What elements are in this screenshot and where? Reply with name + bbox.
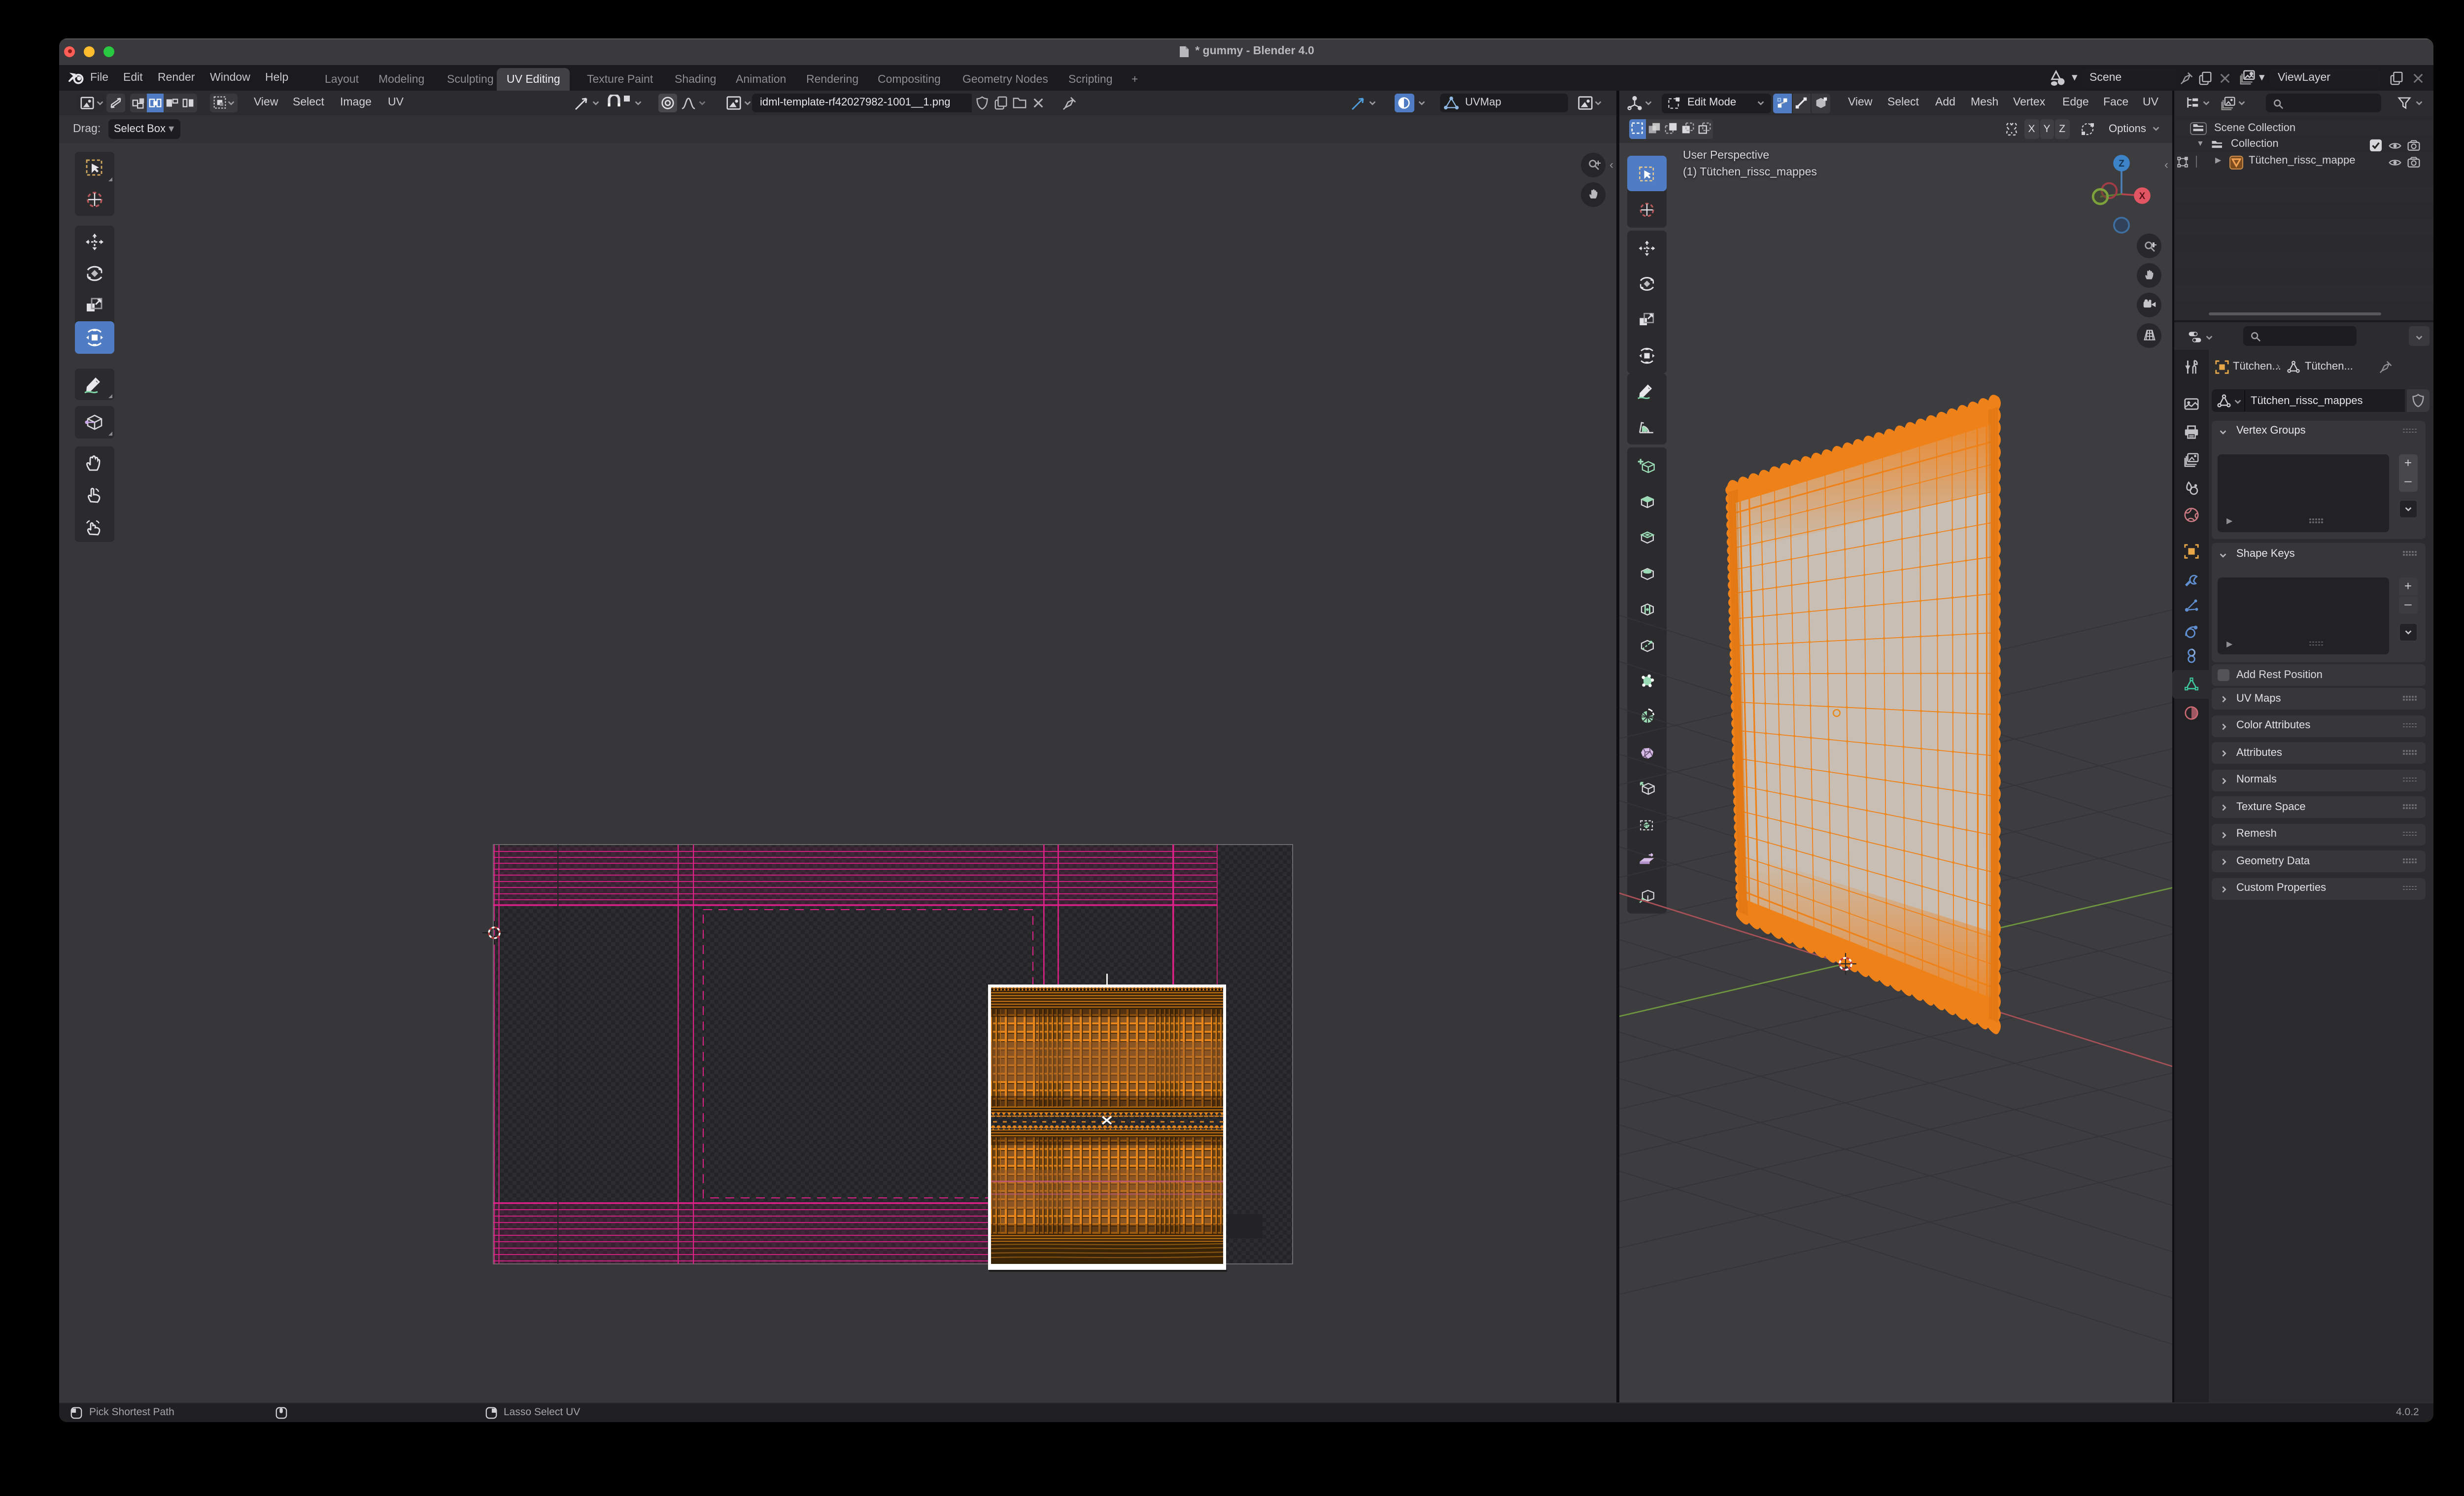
svg-text:X: X: [2139, 191, 2146, 201]
svg-text:Z: Z: [2119, 158, 2124, 169]
